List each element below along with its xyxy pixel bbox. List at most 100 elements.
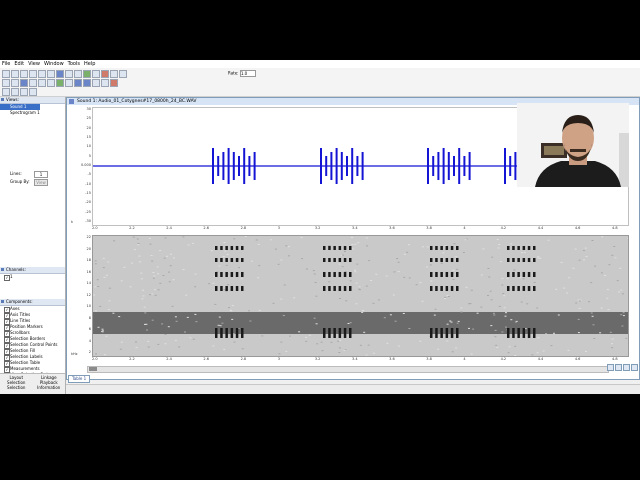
menu-help[interactable]: Help [82, 61, 97, 67]
axis-tick-label: 3 [277, 226, 280, 230]
rate-input[interactable]: 1.0 [239, 70, 256, 77]
spectrogram-speckle [594, 265, 597, 267]
spectrogram-speckle [161, 323, 164, 325]
zoom-in-button[interactable] [607, 364, 614, 371]
tab-linkage-playback[interactable]: Linkage Playback Information [33, 374, 66, 394]
group-by-select[interactable]: View [34, 179, 48, 186]
spectrogram-speckle [233, 341, 236, 343]
spectrogram-speckle [503, 295, 506, 297]
select-tool-icon[interactable] [2, 79, 10, 87]
rewind-icon[interactable] [110, 70, 118, 78]
spectrogram-speckle [351, 244, 354, 245]
channel-checkbox[interactable]: ✓ [4, 275, 10, 281]
spectrogram-speckle [393, 271, 396, 273]
spectrogram-speckle [468, 327, 470, 329]
sel-freq-icon[interactable] [47, 79, 55, 87]
spectrogram-harmonic [507, 272, 510, 277]
print-icon[interactable] [29, 70, 37, 78]
layout-d-icon[interactable] [29, 88, 37, 96]
spectrogram-speckle [330, 341, 333, 343]
spectrogram-speckle [591, 240, 594, 241]
spectrogram-speckle [171, 305, 174, 307]
measure-icon[interactable] [92, 79, 100, 87]
play-icon[interactable] [83, 70, 91, 78]
spectrogram-speckle [137, 243, 140, 244]
layout-b-icon[interactable] [11, 88, 19, 96]
view-icon[interactable] [56, 70, 64, 78]
spectrogram-harmonic [512, 328, 515, 338]
sel-time-icon[interactable] [38, 79, 46, 87]
spectrogram-speckle [248, 310, 250, 312]
copy-icon[interactable] [38, 70, 46, 78]
menu-window[interactable]: Window [42, 61, 66, 67]
table-tab[interactable]: Table 1 [68, 375, 91, 383]
spectrogram-harmonic [225, 272, 228, 277]
menu-view[interactable]: View [26, 61, 42, 67]
channel-item[interactable]: ✓ 1 [0, 274, 65, 281]
component-label: Position Markers [10, 324, 43, 329]
save-icon[interactable] [20, 70, 28, 78]
pause-icon[interactable] [92, 70, 100, 78]
spectrogram-speckle [131, 262, 134, 264]
paste-icon[interactable] [47, 70, 55, 78]
menu-file[interactable]: File [0, 61, 12, 67]
grid-icon[interactable] [74, 79, 82, 87]
zoom-out-icon[interactable] [74, 70, 82, 78]
zoom-in-icon[interactable] [65, 70, 73, 78]
stop-icon[interactable] [101, 70, 109, 78]
spectrogram-speckle [446, 323, 449, 325]
axis-tick-label: 2 [88, 350, 91, 354]
axis-tick-label: 8 [88, 315, 91, 320]
spectrogram-speckle [372, 352, 375, 354]
layout-a-icon[interactable] [2, 88, 10, 96]
layout-icon[interactable] [83, 79, 91, 87]
zoom-selection-button[interactable] [631, 364, 638, 371]
channels-title: Channels: [0, 267, 65, 274]
new-icon[interactable] [2, 70, 10, 78]
axis-tick-label: 30 [86, 107, 91, 111]
spectrogram-speckle [132, 236, 135, 238]
spectrogram-speckle [536, 307, 539, 309]
spectrogram-speckle [152, 272, 155, 273]
zoom-out-button[interactable] [615, 364, 622, 371]
forward-icon[interactable] [119, 70, 127, 78]
spectrogram-speckle [288, 246, 290, 248]
view-item-spectrogram[interactable]: Spectrogram 1 [0, 110, 65, 116]
layout-c-icon[interactable] [20, 88, 28, 96]
spectrogram-speckle [470, 289, 473, 291]
horizontal-scrollbar[interactable] [87, 366, 609, 373]
spectrogram-speckle [102, 257, 105, 259]
sel-all-icon[interactable] [29, 79, 37, 87]
tab-layout-selection[interactable]: Layout Selection Selection [0, 374, 33, 394]
record-icon[interactable] [110, 79, 118, 87]
spectrogram-speckle [394, 320, 397, 322]
spectrogram-harmonic [230, 286, 234, 291]
menu-tools[interactable]: Tools [66, 61, 82, 67]
axis-tick-label: 6 [88, 327, 91, 331]
spectrogram-speckle [154, 289, 157, 291]
spectrogram-speckle [344, 251, 346, 252]
axis-tick-label: 4.8 [612, 226, 618, 230]
spectrogram-speckle [249, 320, 252, 322]
marker-icon[interactable] [101, 79, 109, 87]
spectrogram-speckle [142, 289, 144, 291]
spectrogram-speckle [150, 255, 153, 256]
scrollbar-thumb[interactable] [89, 367, 97, 371]
open-icon[interactable] [11, 70, 19, 78]
loop-icon[interactable] [56, 79, 64, 87]
lines-input[interactable]: 1 [34, 171, 48, 178]
spectrogram-view[interactable] [92, 235, 629, 357]
spectrogram-speckle [608, 264, 611, 266]
zoom-fit-button[interactable] [623, 364, 630, 371]
spectrogram-speckle [449, 320, 452, 322]
hand-tool-icon[interactable] [11, 79, 19, 87]
spectrogram-plot[interactable] [93, 236, 628, 356]
spectrogram-speckle [560, 262, 563, 263]
scroll-icon[interactable] [65, 79, 73, 87]
spectrogram-harmonic [328, 258, 331, 262]
zoom-tool-icon[interactable] [20, 79, 28, 87]
spectrogram-speckle [452, 278, 455, 280]
spectrogram-harmonic [435, 328, 438, 338]
menu-edit[interactable]: Edit [12, 61, 26, 67]
rate-control: Rate: 1.0 [228, 70, 256, 77]
